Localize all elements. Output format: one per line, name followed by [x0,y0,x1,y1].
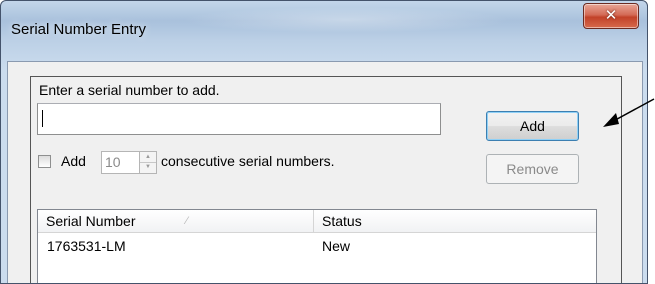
add-button-label: Add [520,118,545,134]
remove-button-label: Remove [506,161,559,177]
serial-entry-panel: Enter a serial number to add. Add Add 10… [30,76,622,283]
serial-prompt-label: Enter a serial number to add. [39,82,220,98]
remove-button[interactable]: Remove [486,154,579,184]
consecutive-suffix-label: consecutive serial numbers. [161,153,335,169]
spin-down-arrow-icon[interactable]: ▼ [140,162,156,172]
column-header-status-label: Status [322,213,362,229]
consecutive-count-spinner[interactable]: 10 ▲ ▼ [101,151,157,174]
spinner-buttons: ▲ ▼ [139,152,156,173]
consecutive-checkbox[interactable] [38,155,51,168]
text-caret [42,110,43,127]
close-button[interactable]: ✕ [583,3,639,29]
close-icon: ✕ [604,6,618,24]
consecutive-count-value: 10 [105,154,121,170]
list-row-serial[interactable]: 1763531-LM [47,238,126,254]
serial-number-input[interactable] [37,103,441,135]
add-button[interactable]: Add [486,111,579,141]
window-title: Serial Number Entry [11,21,147,38]
list-row-status[interactable]: New [322,238,350,254]
column-header-serial-number-label: Serial Number [46,213,136,229]
titlebar-glow [181,7,511,33]
consecutive-add-label: Add [61,153,86,169]
sort-indicator-icon: ⁄ [186,215,188,227]
column-header-status[interactable]: Status [314,210,594,232]
serial-list[interactable]: Serial Number ⁄ Status 1763531-LM New [37,209,597,283]
serial-number-entry-dialog: Serial Number Entry ✕ Enter a serial num… [0,0,648,284]
dialog-client-area: Enter a serial number to add. Add Add 10… [7,61,643,283]
column-header-serial-number[interactable]: Serial Number ⁄ [38,210,314,232]
list-header: Serial Number ⁄ Status [38,210,596,233]
